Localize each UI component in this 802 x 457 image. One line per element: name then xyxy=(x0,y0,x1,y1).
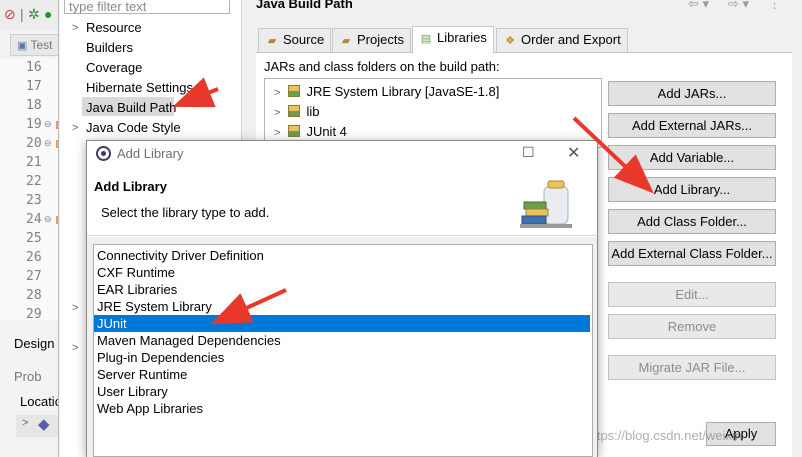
library-type-item[interactable]: Plug-in Dependencies xyxy=(94,349,590,366)
library-jar-icon xyxy=(520,180,572,228)
library-type-item[interactable]: Maven Managed Dependencies xyxy=(94,332,590,349)
expand-arrow-icon[interactable]: > xyxy=(274,107,280,119)
library-type-item[interactable]: Connectivity Driver Definition xyxy=(94,247,590,264)
eclipse-icon xyxy=(96,146,111,161)
line-number: 28 xyxy=(26,288,42,303)
add-jars-button[interactable]: Add JARs... xyxy=(608,81,776,106)
back-arrow-icon[interactable]: ⇦ ▾ xyxy=(688,0,709,12)
projects-folder-icon: ▰ xyxy=(341,35,351,47)
page-title: Java Build Path xyxy=(256,0,353,11)
line-number: 29 xyxy=(26,307,42,322)
dialog-window-title: Add Library xyxy=(117,146,184,161)
expand-arrow-icon[interactable]: > xyxy=(72,122,78,134)
line-number-gutter: 16 17 18 19 ⊖ 20 ⊖ 21 22 23 24 ⊖ 25 26 27 28 29 xyxy=(0,58,62,322)
order-export-icon: ❖ xyxy=(505,35,515,47)
line-number: 16 xyxy=(26,60,42,75)
menu-icon[interactable]: ⋮ xyxy=(768,0,781,12)
add-external-class-folder-button[interactable]: Add External Class Folder... xyxy=(608,241,776,266)
libraries-icon: ▤ xyxy=(420,33,432,45)
fold-toggle-icon[interactable]: ⊖ xyxy=(44,214,52,225)
add-external-jars-button[interactable]: Add External JARs... xyxy=(608,113,776,138)
remove-button[interactable]: Remove xyxy=(608,314,776,339)
fold-toggle-icon[interactable]: ⊖ xyxy=(44,119,52,130)
line-number: 21 xyxy=(26,155,42,170)
dialog-heading: Add Library xyxy=(94,179,167,194)
expand-arrow-icon[interactable]: > xyxy=(274,87,280,99)
maximize-icon[interactable]: ☐ xyxy=(522,144,535,161)
library-type-item[interactable]: Web App Libraries xyxy=(94,400,590,417)
elephant-icon: ◆ xyxy=(38,416,50,433)
line-number: 25 xyxy=(26,231,42,246)
java-file-icon: ▣ xyxy=(17,40,31,52)
migrate-jar-button[interactable]: Migrate JAR File... xyxy=(608,355,776,380)
filter-input[interactable]: type filter text xyxy=(64,0,230,14)
library-icon xyxy=(288,125,301,137)
add-class-folder-button[interactable]: Add Class Folder... xyxy=(608,209,776,234)
library-type-item[interactable]: Server Runtime xyxy=(94,366,590,383)
expand-arrow-icon[interactable]: > xyxy=(274,127,280,139)
category-hibernate-settings[interactable]: Hibernate Settings xyxy=(86,79,193,97)
tab-libraries[interactable]: ▤ Libraries xyxy=(412,26,494,53)
forward-arrow-icon[interactable]: ⇨ ▾ xyxy=(728,0,749,12)
library-type-item-selected[interactable]: JUnit xyxy=(94,315,590,332)
category-resource[interactable]: Resource xyxy=(86,19,142,37)
expand-arrow-icon[interactable]: > xyxy=(72,342,78,354)
build-path-description: JARs and class folders on the build path… xyxy=(264,59,500,74)
line-number: 27 xyxy=(26,269,42,284)
category-java-build-path[interactable]: Java Build Path xyxy=(86,99,176,117)
bug-icon[interactable]: ✲ xyxy=(28,6,40,23)
expand-arrow-icon[interactable]: > xyxy=(22,417,28,429)
dialog-subheading: Select the library type to add. xyxy=(101,205,270,220)
editor-toolbar: ⊘ | ✲ ● xyxy=(0,0,62,30)
close-icon[interactable]: ✕ xyxy=(567,143,580,163)
library-type-item[interactable]: CXF Runtime xyxy=(94,264,590,281)
fold-toggle-icon[interactable]: ⊖ xyxy=(44,138,52,149)
library-item[interactable]: > lib xyxy=(274,103,319,122)
source-folder-icon: ▰ xyxy=(267,35,277,47)
library-icon xyxy=(288,105,301,117)
edit-button[interactable]: Edit... xyxy=(608,282,776,307)
location-label: Locatio xyxy=(20,394,62,409)
tab-projects[interactable]: ▰ Projects xyxy=(332,28,411,52)
add-library-button[interactable]: Add Library... xyxy=(608,177,776,202)
run-icon[interactable]: ● xyxy=(44,6,52,22)
category-builders[interactable]: Builders xyxy=(86,39,133,57)
add-variable-button[interactable]: Add Variable... xyxy=(608,145,776,170)
editor-tab[interactable]: ▣ Test xyxy=(10,34,62,56)
expand-arrow-icon[interactable]: > xyxy=(72,22,78,34)
tab-source[interactable]: ▰ Source xyxy=(258,28,332,52)
library-item[interactable]: > JRE System Library [JavaSE-1.8] xyxy=(274,83,499,102)
editor-tab-label: Test xyxy=(30,38,53,52)
debug-icon[interactable]: ⊘ xyxy=(4,6,16,23)
expand-arrow-icon[interactable]: > xyxy=(72,302,78,314)
line-number: 17 xyxy=(26,79,42,94)
problems-tab[interactable]: Prob xyxy=(14,366,62,388)
category-java-code-style[interactable]: Java Code Style xyxy=(86,119,181,137)
tab-order-export[interactable]: ❖ Order and Export xyxy=(496,28,628,52)
category-coverage[interactable]: Coverage xyxy=(86,59,142,77)
library-type-item[interactable]: User Library xyxy=(94,383,590,400)
project-tree-row[interactable]: > ◆ xyxy=(16,415,62,437)
line-number: 22 xyxy=(26,174,42,189)
design-tab[interactable]: Design xyxy=(14,333,62,355)
library-type-item[interactable]: EAR Libraries xyxy=(94,281,590,298)
line-number: 18 xyxy=(26,98,42,113)
line-number: 23 xyxy=(26,193,42,208)
watermark: https://blog.csdn.net/weixin xyxy=(586,428,743,443)
line-number: 26 xyxy=(26,250,42,265)
toolbar-separator: | xyxy=(20,6,24,22)
library-icon xyxy=(288,85,301,97)
library-type-item[interactable]: JRE System Library xyxy=(94,298,590,315)
